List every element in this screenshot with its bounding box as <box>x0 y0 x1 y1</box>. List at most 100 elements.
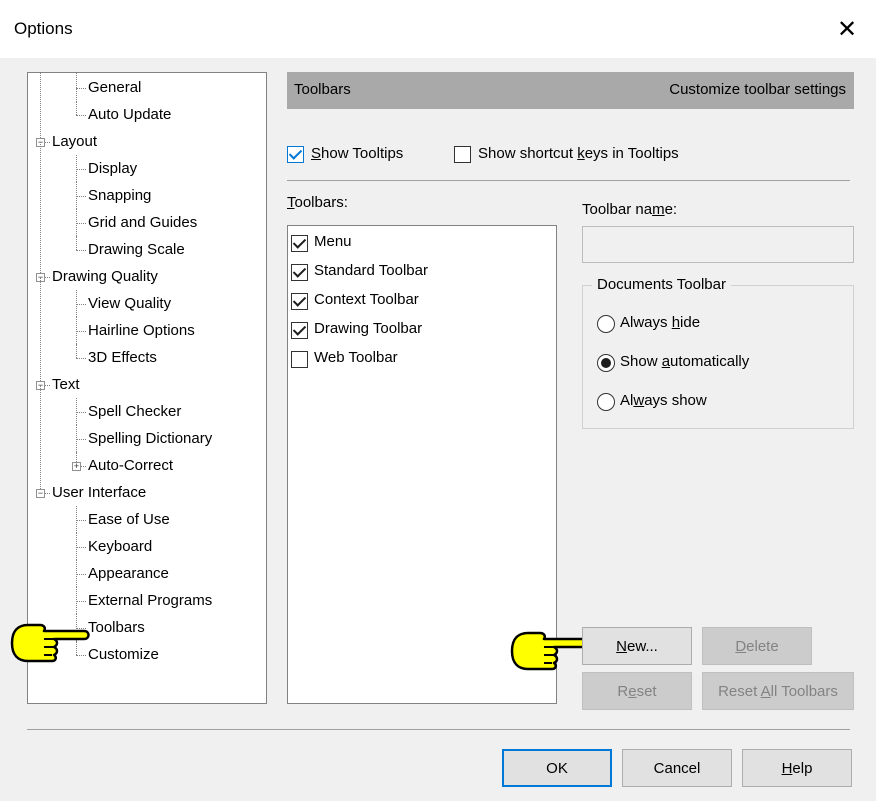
tree-item[interactable]: View Quality <box>88 290 171 317</box>
tree-item[interactable]: Drawing Scale <box>88 236 185 263</box>
reset-all-toolbars-button[interactable]: Reset All Toolbars <box>702 672 854 710</box>
tree-item-label: Auto-Correct <box>88 457 174 474</box>
documents-toolbar-radio[interactable] <box>597 315 615 333</box>
tree-item-label: Hairline Options <box>88 322 195 339</box>
options-separator <box>287 180 850 181</box>
tree-item[interactable]: User Interface <box>52 479 146 506</box>
close-icon: ✕ <box>836 15 858 43</box>
show-shortcut-keys-checkbox[interactable] <box>454 146 471 163</box>
toolbar-item-label[interactable]: Context Toolbar <box>314 291 419 308</box>
tree-connector <box>76 344 77 358</box>
tree-item[interactable]: Text <box>52 371 80 398</box>
tree-connector <box>40 141 41 277</box>
tree-connector <box>40 384 41 493</box>
documents-toolbar-radio[interactable] <box>597 354 615 372</box>
tree-item[interactable]: Spell Checker <box>88 398 181 425</box>
tree-item[interactable]: Appearance <box>88 560 169 587</box>
tree-connector <box>76 303 86 305</box>
show-tooltips-label[interactable]: Show Tooltips <box>311 145 403 162</box>
tree-item-selected[interactable]: Toolbars <box>88 614 145 641</box>
tree-connector <box>76 330 86 332</box>
toolbar-item-checkbox[interactable] <box>291 322 308 339</box>
toolbar-item-label[interactable]: Web Toolbar <box>314 349 398 366</box>
tree-item-label: Drawing Quality <box>52 268 158 285</box>
tree-item[interactable]: Ease of Use <box>88 506 170 533</box>
collapse-icon[interactable]: − <box>36 488 45 498</box>
tree-item-label: Snapping <box>88 187 152 204</box>
tree-item-label: Customize <box>88 646 159 663</box>
tree-connector <box>76 411 86 413</box>
tree-item-label: Keyboard <box>88 538 153 555</box>
tree-connector <box>76 317 77 344</box>
tree-item[interactable]: Display <box>88 155 137 182</box>
tree-item-label: Spell Checker <box>88 403 182 420</box>
toolbar-item-checkbox[interactable] <box>291 235 308 252</box>
title-bar: Options ✕ <box>0 0 876 58</box>
tree-item-label: Toolbars <box>88 619 145 636</box>
tree-item[interactable]: Hairline Options <box>88 317 195 344</box>
tree-connector <box>76 195 86 197</box>
hand-pointer-icon <box>10 623 90 663</box>
toolbar-item-label[interactable]: Drawing Toolbar <box>314 320 422 337</box>
show-shortcut-keys-label[interactable]: Show shortcut keys in Tooltips <box>478 145 679 162</box>
tree-connector <box>76 398 77 425</box>
tree-connector <box>76 101 77 115</box>
tree-item[interactable]: Auto Update <box>88 101 171 128</box>
expand-icon[interactable]: + <box>72 461 81 471</box>
tree-connector <box>76 114 86 116</box>
close-button[interactable]: ✕ <box>832 14 862 44</box>
documents-toolbar-radio-label[interactable]: Show automatically <box>620 353 749 370</box>
tree-item-label: Ease of Use <box>88 511 170 528</box>
tree-item-label: General <box>88 79 142 96</box>
tree-connector <box>76 506 77 533</box>
tree-item[interactable]: Customize <box>88 641 159 668</box>
tree-connector <box>76 573 86 575</box>
toolbar-item-label[interactable]: Menu <box>314 233 352 250</box>
tree-connector <box>76 236 77 250</box>
tree-item[interactable]: External Programs <box>88 587 212 614</box>
window-title: Options <box>14 19 73 38</box>
tree-connector <box>76 533 77 560</box>
help-button[interactable]: Help <box>742 749 852 787</box>
footer-separator <box>27 729 850 730</box>
tree-connector <box>76 546 86 548</box>
cancel-button[interactable]: Cancel <box>622 749 732 787</box>
tree-item[interactable]: Auto-Correct <box>88 452 173 479</box>
tree-item-label: Drawing Scale <box>88 241 185 258</box>
category-tree[interactable]: General Auto Update Layout − Display Snapping… <box>27 72 267 704</box>
tree-item-label: View Quality <box>88 295 172 312</box>
tree-connector <box>76 519 86 521</box>
ok-button[interactable]: OK <box>502 749 612 787</box>
tree-item-label: Layout <box>52 133 98 150</box>
tree-connector <box>76 209 77 236</box>
documents-toolbar-radio[interactable] <box>597 393 615 411</box>
tree-item[interactable]: Grid and Guides <box>88 209 197 236</box>
show-tooltips-checkbox[interactable] <box>287 146 304 163</box>
toolbar-name-label: Toolbar name: <box>582 201 678 218</box>
tree-item-label: Text <box>52 376 80 393</box>
tree-item[interactable]: Keyboard <box>88 533 152 560</box>
documents-toolbar-radio-label[interactable]: Always show <box>620 392 707 409</box>
tree-item-label: Display <box>88 160 138 177</box>
tree-item[interactable]: 3D Effects <box>88 344 157 371</box>
documents-toolbar-radio-label[interactable]: Always hide <box>620 314 700 331</box>
toolbar-item-checkbox[interactable] <box>291 351 308 368</box>
tree-item[interactable]: Spelling Dictionary <box>88 425 212 452</box>
new-button[interactable]: New... <box>582 627 692 665</box>
toolbar-item-checkbox[interactable] <box>291 293 308 310</box>
tree-connector <box>76 357 86 359</box>
tree-item[interactable]: General <box>88 74 141 101</box>
tree-item[interactable]: Snapping <box>88 182 151 209</box>
tree-connector <box>76 425 77 452</box>
toolbar-name-input[interactable] <box>582 226 854 263</box>
toolbar-item-checkbox[interactable] <box>291 264 308 281</box>
delete-button[interactable]: Delete <box>702 627 812 665</box>
reset-button[interactable]: Reset <box>582 672 692 710</box>
tree-connector <box>76 168 86 170</box>
tree-item-label: 3D Effects <box>88 349 157 366</box>
toolbar-item-label[interactable]: Standard Toolbar <box>314 262 428 279</box>
tree-item[interactable]: Layout <box>52 128 97 155</box>
tree-connector <box>76 87 86 89</box>
panel-description: Customize toolbar settings <box>669 81 846 98</box>
tree-item[interactable]: Drawing Quality <box>52 263 158 290</box>
